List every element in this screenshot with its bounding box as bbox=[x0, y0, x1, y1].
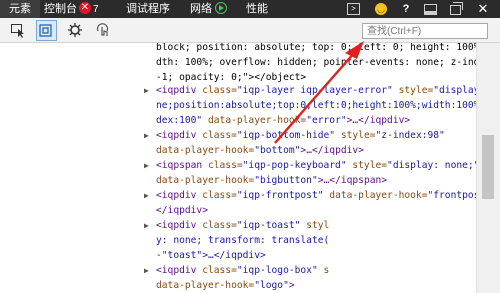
tab-console-label: 控制台 bbox=[44, 3, 77, 15]
undock-icon[interactable] bbox=[450, 2, 463, 15]
find-input[interactable] bbox=[362, 23, 488, 39]
scrollbar-thumb[interactable] bbox=[482, 135, 494, 199]
dom-line: ne;position:absolute;top:0;left:0;height… bbox=[156, 100, 477, 111]
dom-line: </iqpdiv> bbox=[156, 205, 208, 216]
tab-elements-label: 元素 bbox=[9, 3, 31, 15]
error-count: 7 bbox=[93, 4, 99, 15]
dom-line: -"toast">…</iqpdiv> bbox=[156, 250, 266, 261]
tab-elements[interactable]: 元素 bbox=[0, 0, 40, 18]
element-state-icon[interactable] bbox=[67, 22, 83, 38]
record-icon bbox=[215, 2, 227, 15]
expand-arrow-icon[interactable]: ▶ bbox=[144, 83, 152, 98]
feedback-smiley-icon[interactable]: ◡ bbox=[375, 3, 387, 15]
dom-node-toast[interactable]: <iqpdiv class="iqp-toast" styl bbox=[156, 218, 329, 233]
dom-line: data-player-hook="bigbutton">…</iqpspan> bbox=[156, 175, 388, 186]
dom-node-bottom-hide[interactable]: <iqpdiv class="iqp-bottom-hide" style="z… bbox=[156, 128, 445, 143]
tab-performance-label: 性能 bbox=[246, 3, 268, 15]
close-icon[interactable]: ✕ bbox=[476, 2, 490, 16]
expand-arrow-icon[interactable]: ▶ bbox=[144, 158, 152, 173]
dom-node-frontpost[interactable]: <iqpdiv class="iqp-frontpost" data-playe… bbox=[156, 188, 477, 203]
dom-line: dth: 100%; overflow: hidden; pointer-eve… bbox=[156, 57, 477, 68]
dom-line: block; position: absolute; top: 0; left:… bbox=[156, 43, 477, 53]
tab-performance[interactable]: 性能 bbox=[246, 0, 280, 18]
error-badge-icon: ✕ bbox=[79, 2, 91, 15]
dom-node-logo-box[interactable]: <iqpdiv class="iqp-logo-box" s bbox=[156, 263, 329, 278]
highlight-element-icon bbox=[38, 23, 54, 39]
dom-line: data-player-hook="bottom">…</iqpdiv> bbox=[156, 145, 364, 156]
select-element-icon[interactable] bbox=[10, 22, 26, 38]
tab-network[interactable]: 网络 bbox=[190, 0, 242, 18]
dom-line: data-player-hook="logo"> bbox=[156, 280, 295, 291]
expand-arrow-icon[interactable]: ▶ bbox=[144, 218, 152, 233]
expand-arrow-icon[interactable]: ▶ bbox=[144, 188, 152, 203]
dom-node-pop-keyboard[interactable]: <iqpspan class="iqp-pop-keyboard" style=… bbox=[156, 158, 477, 173]
expand-arrow-icon[interactable]: ▶ bbox=[144, 128, 152, 143]
expand-arrow-icon[interactable]: ▶ bbox=[144, 263, 152, 278]
tab-console[interactable]: 控制台 ✕ 7 bbox=[40, 0, 114, 18]
console-drawer-icon[interactable]: > bbox=[347, 3, 360, 15]
tab-network-label: 网络 bbox=[190, 3, 212, 15]
dom-node-layer-error[interactable]: <iqpdiv class="iqp-layer iqp-layer-error… bbox=[156, 83, 477, 98]
vertical-scrollbar[interactable] bbox=[476, 43, 500, 293]
tab-debugger-label: 调试程序 bbox=[126, 3, 170, 15]
tab-debugger[interactable]: 调试程序 bbox=[126, 0, 184, 18]
dock-icon[interactable] bbox=[424, 4, 437, 15]
dom-line: dex:100" data-player-hook="error">…</iqp… bbox=[156, 115, 411, 126]
devtools-tab-bar: 元素 控制台 ✕ 7 调试程序 网络 性能 > ◡ ? ✕ bbox=[0, 0, 500, 18]
touch-gesture-icon[interactable] bbox=[95, 22, 111, 38]
help-icon[interactable]: ? bbox=[399, 2, 413, 16]
dom-tree: block; position: absolute; top: 0; left:… bbox=[0, 43, 477, 293]
dom-line: y: none; transform: translate( bbox=[156, 235, 330, 246]
